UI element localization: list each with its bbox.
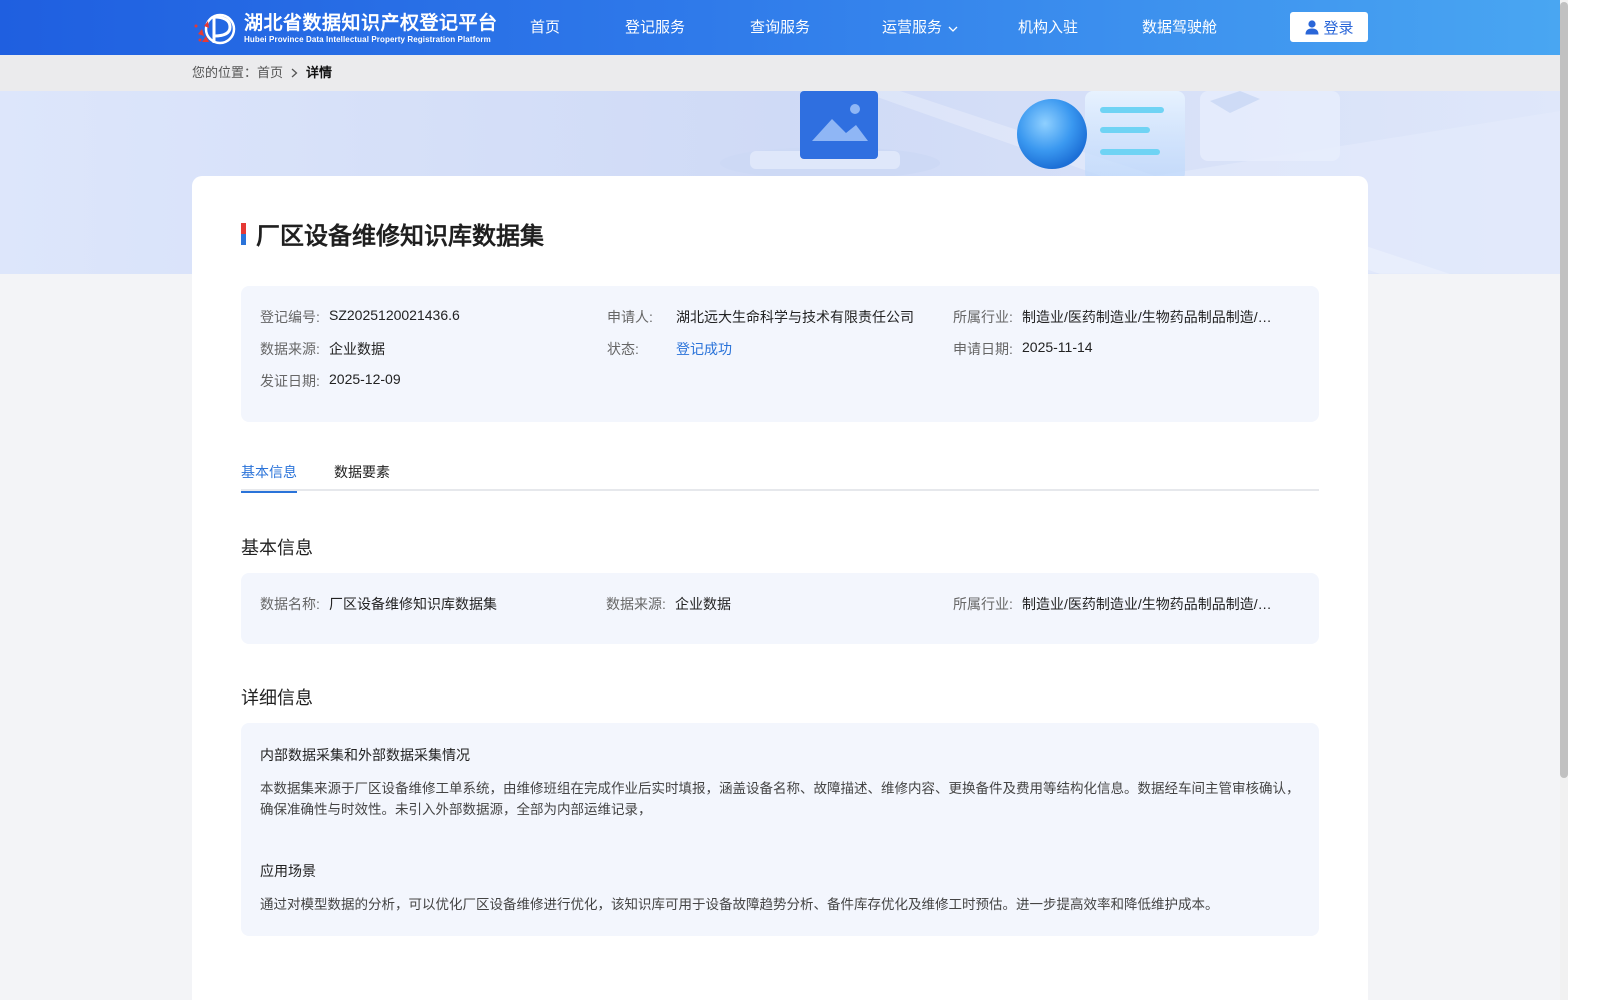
nav-operation-label: 运营服务 <box>882 19 943 36</box>
applicant-label: 申请人: <box>607 309 653 325</box>
detail-tabs: 基本信息 数据要素 <box>241 458 1319 493</box>
issue-date-label: 发证日期: <box>260 373 320 389</box>
tab-data-elements[interactable]: 数据要素 <box>334 462 390 491</box>
status-field: 状态: 登记成功 <box>607 339 937 359</box>
basic-info-panel: 数据名称: 厂区设备维修知识库数据集 数据来源: 企业数据 所属行业: 制造业/… <box>241 573 1319 644</box>
login-label: 登录 <box>1323 19 1354 37</box>
vertical-scrollbar-thumb[interactable] <box>1560 2 1568 778</box>
apply-date-label: 申请日期: <box>953 341 1013 357</box>
summary-panel: 登记编号: SZ2025120021436.6 申请人: 湖北远大生命科学与技术… <box>241 286 1319 422</box>
detail-title-row: 厂区设备维修知识库数据集 <box>241 216 544 251</box>
breadcrumb-prefix: 您的位置： <box>192 65 258 80</box>
basic-industry-label: 所属行业: <box>953 596 1013 612</box>
issue-date-field: 发证日期: 2025-12-09 <box>260 371 590 391</box>
status-value: 登记成功 <box>676 341 732 357</box>
tab-basic-info[interactable]: 基本信息 <box>241 462 297 493</box>
applicant-field: 申请人: 湖北远大生命科学与技术有限责任公司 <box>607 307 937 327</box>
scenario-text: 通过对模型数据的分析，可以优化厂区设备维修进行优化，该知识库可用于设备故障趋势分… <box>260 897 1219 912</box>
detail-info-heading: 详细信息 <box>241 688 313 708</box>
logo-emblem-icon <box>192 12 238 46</box>
detail-info-panel: 内部数据采集和外部数据采集情况 本数据集来源于厂区设备维修工单系统，由维修班组在… <box>241 723 1319 936</box>
detail-card: 厂区设备维修知识库数据集 登记编号: SZ2025120021436.6 申请人… <box>192 176 1368 1000</box>
basic-info-heading: 基本信息 <box>241 538 313 558</box>
reg-no-label: 登记编号: <box>260 309 320 325</box>
nav-data-cockpit[interactable]: 数据驾驶舱 <box>1142 0 1217 55</box>
apply-date-value: 2025-11-14 <box>1022 339 1093 355</box>
collection-text: 本数据集来源于厂区设备维修工单系统，由维修班组在完成作业后实时填报，涵盖设备名称… <box>260 781 1300 817</box>
nav-operation-service[interactable]: 运营服务 <box>882 0 958 55</box>
reg-no-value: SZ2025120021436.6 <box>329 307 460 323</box>
basic-source-value: 企业数据 <box>675 596 731 612</box>
top-nav-bar: 湖北省数据知识产权登记平台 Hubei Province Data Intell… <box>0 0 1560 55</box>
basic-industry-field: 所属行业: 制造业/医药制造业/生物药品制品制造/生物药品制造 <box>953 594 1281 614</box>
breadcrumb-bar: 您的位置： 首页 详情 <box>0 55 1560 91</box>
basic-source-label: 数据来源: <box>606 596 666 612</box>
breadcrumb-current: 详情 <box>306 65 333 80</box>
breadcrumb-home[interactable]: 首页 <box>257 55 283 91</box>
industry-label: 所属行业: <box>953 309 1013 325</box>
data-name-label: 数据名称: <box>260 596 320 612</box>
industry-field: 所属行业: 制造业/医药制造业/生物药品制品制造/生物药品制造 <box>953 307 1281 327</box>
logo-subtitle: Hubei Province Data Intellectual Propert… <box>244 35 491 44</box>
window-edge <box>1568 0 1600 1000</box>
chevron-down-icon <box>948 1 958 56</box>
logo-title: 湖北省数据知识产权登记平台 <box>244 13 498 34</box>
breadcrumb: 您的位置： 首页 详情 <box>192 55 332 91</box>
nav-registration-service[interactable]: 登记服务 <box>625 0 685 55</box>
site-logo[interactable]: 湖北省数据知识产权登记平台 Hubei Province Data Intell… <box>192 12 497 46</box>
source-value: 企业数据 <box>329 341 385 357</box>
nav-query-service[interactable]: 查询服务 <box>750 0 810 55</box>
nav-institution-entry[interactable]: 机构入驻 <box>1018 0 1078 55</box>
source-field: 数据来源: 企业数据 <box>260 339 590 359</box>
source-label: 数据来源: <box>260 341 320 357</box>
apply-date-field: 申请日期: 2025-11-14 <box>953 339 1281 359</box>
nav-home[interactable]: 首页 <box>530 0 560 55</box>
scenario-title: 应用场景 <box>260 863 316 879</box>
page-title: 厂区设备维修知识库数据集 <box>256 223 544 250</box>
applicant-value: 湖北远大生命科学与技术有限责任公司 <box>676 309 914 325</box>
data-name-field: 数据名称: 厂区设备维修知识库数据集 <box>260 594 590 614</box>
login-button[interactable]: 登录 <box>1290 12 1368 42</box>
data-name-value: 厂区设备维修知识库数据集 <box>329 596 497 612</box>
industry-value: 制造业/医药制造业/生物药品制品制造/生物药品制造 <box>1022 309 1281 325</box>
issue-date-value: 2025-12-09 <box>329 371 401 387</box>
title-accent-icon <box>241 222 246 245</box>
status-label: 状态: <box>607 341 639 357</box>
collection-title: 内部数据采集和外部数据采集情况 <box>260 747 470 763</box>
basic-source-field: 数据来源: 企业数据 <box>606 594 936 614</box>
chevron-right-icon <box>291 68 298 78</box>
user-icon <box>1305 20 1319 35</box>
reg-no-field: 登记编号: SZ2025120021436.6 <box>260 307 590 327</box>
basic-industry-value: 制造业/医药制造业/生物药品制品制造/生物药品制造 <box>1022 596 1281 612</box>
